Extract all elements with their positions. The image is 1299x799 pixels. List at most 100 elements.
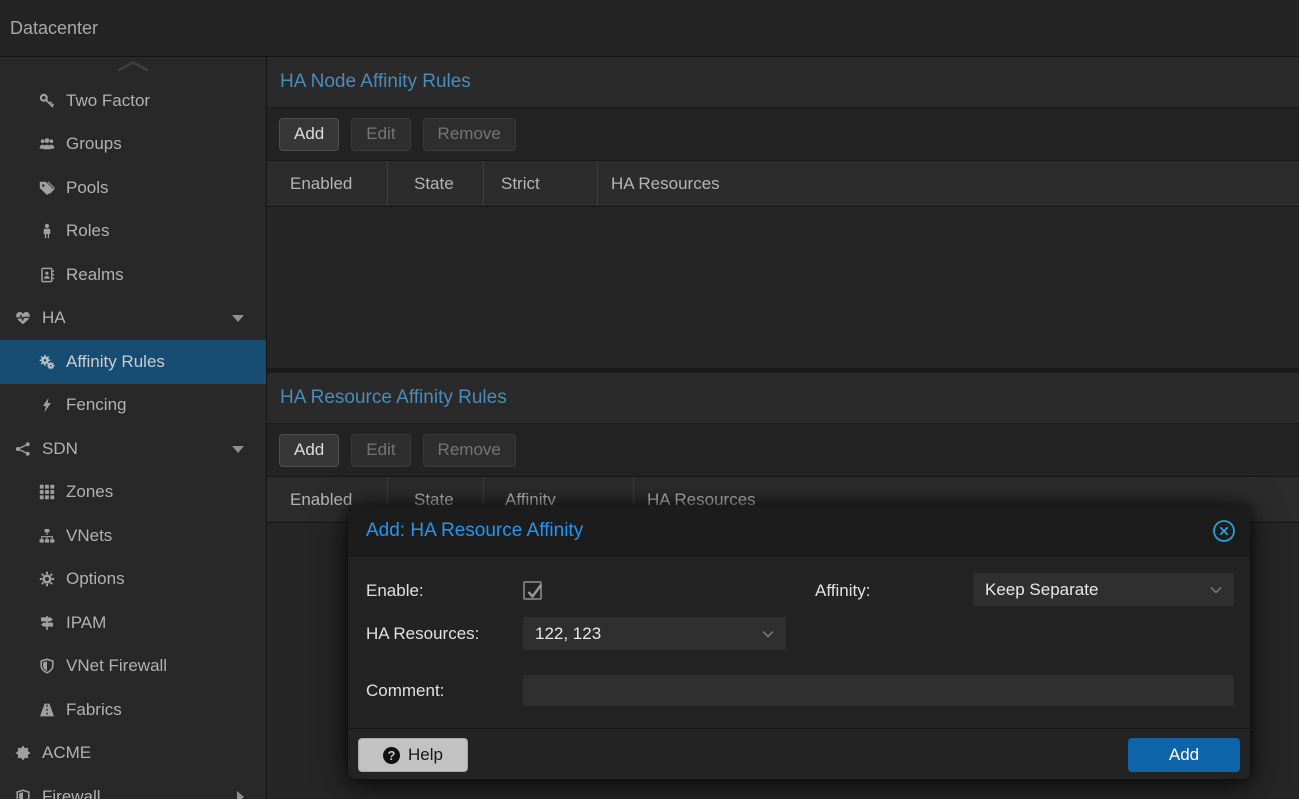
sidebar-item-vnets[interactable]: VNets: [0, 514, 266, 558]
sidebar-item-label: Two Factor: [66, 91, 150, 111]
sidebar-item-ha[interactable]: HA: [0, 297, 266, 341]
panel-title: HA Resource Affinity Rules: [280, 387, 507, 409]
remove-button[interactable]: Remove: [423, 434, 516, 467]
add-ha-resource-affinity-dialog: Add: HA Resource Affinity Enable: Affini…: [348, 505, 1250, 779]
column-header-ha-resources[interactable]: HA Resources: [598, 161, 1299, 206]
check-icon: [526, 583, 543, 600]
affinity-value: Keep Separate: [985, 580, 1098, 600]
sidebar: Two Factor Groups Pools Roles Realms HA Affini…: [0, 57, 267, 799]
edit-button[interactable]: Edit: [351, 434, 410, 467]
sidebar-item-zones[interactable]: Zones: [0, 471, 266, 515]
remove-button[interactable]: Remove: [423, 118, 516, 151]
affinity-label: Affinity:: [815, 581, 870, 601]
sidebar-item-label: Fencing: [66, 395, 126, 415]
enable-checkbox[interactable]: [523, 581, 542, 600]
sidebar-item-pools[interactable]: Pools: [0, 166, 266, 210]
sidebar-item-label: Firewall: [42, 787, 101, 799]
panel-header: HA Node Affinity Rules: [267, 57, 1299, 108]
sidebar-item-label: Groups: [66, 134, 122, 154]
network-icon: [13, 441, 33, 457]
map-signs-icon: [37, 615, 57, 631]
grid-icon: [37, 484, 57, 500]
sidebar-item-sdn[interactable]: SDN: [0, 427, 266, 471]
caret-right-icon[interactable]: [237, 791, 244, 799]
ha-resources-label: HA Resources:: [366, 624, 479, 644]
sidebar-item-label: Pools: [66, 178, 109, 198]
question-circle-icon: ?: [383, 747, 400, 764]
sidebar-item-fabrics[interactable]: Fabrics: [0, 688, 266, 732]
sitemap-icon: [37, 528, 57, 544]
sidebar-item-label: HA: [42, 308, 66, 328]
road-icon: [37, 702, 57, 718]
ha-resources-select[interactable]: 122, 123: [523, 617, 786, 650]
sidebar-item-fencing[interactable]: Fencing: [0, 384, 266, 428]
column-header-strict[interactable]: Strict: [484, 161, 598, 206]
ha-resources-value: 122, 123: [535, 624, 601, 644]
sidebar-item-label: Realms: [66, 265, 124, 285]
certificate-icon: [13, 745, 33, 761]
dialog-title: Add: HA Resource Affinity: [366, 520, 1212, 542]
toolbar: Add Edit Remove: [267, 424, 1299, 477]
sidebar-item-label: Options: [66, 569, 125, 589]
gears-icon: [37, 354, 57, 370]
sidebar-items: Two Factor Groups Pools Roles Realms HA Affini…: [0, 79, 266, 799]
tags-icon: [37, 180, 57, 196]
top-bar: Datacenter: [0, 0, 1299, 57]
add-button[interactable]: Add: [279, 118, 339, 151]
users-icon: [37, 136, 57, 152]
sidebar-item-options[interactable]: Options: [0, 558, 266, 602]
panel-title: HA Node Affinity Rules: [280, 71, 471, 93]
sidebar-scroll-up[interactable]: [0, 57, 266, 79]
sidebar-item-label: Fabrics: [66, 700, 122, 720]
dialog-titlebar: Add: HA Resource Affinity: [348, 505, 1250, 557]
panel-ha-node-affinity: HA Node Affinity Rules Add Edit Remove E…: [267, 57, 1299, 368]
sidebar-item-roles[interactable]: Roles: [0, 210, 266, 254]
chevron-down-icon: [762, 630, 774, 638]
address-book-icon: [37, 267, 57, 283]
chevron-up-icon: [116, 59, 150, 77]
enable-label: Enable:: [366, 581, 424, 601]
shield-icon: [13, 789, 33, 799]
sidebar-item-label: VNets: [66, 526, 112, 546]
heartbeat-icon: [13, 310, 33, 326]
sidebar-item-acme[interactable]: ACME: [0, 732, 266, 776]
column-header-state[interactable]: State: [388, 161, 484, 206]
chevron-down-icon: [1210, 586, 1222, 594]
panel-ha-resource-affinity: HA Resource Affinity Rules Add Edit Remo…: [267, 373, 1299, 523]
submit-add-button[interactable]: Add: [1128, 738, 1240, 772]
sidebar-item-ipam[interactable]: IPAM: [0, 601, 266, 645]
sidebar-item-label: IPAM: [66, 613, 106, 633]
caret-down-icon[interactable]: [232, 315, 244, 322]
sidebar-item-label: ACME: [42, 743, 91, 763]
sidebar-item-affinity-rules[interactable]: Affinity Rules: [0, 340, 266, 384]
panel-header: HA Resource Affinity Rules: [267, 373, 1299, 424]
caret-down-icon[interactable]: [232, 446, 244, 453]
sidebar-item-label: Roles: [66, 221, 109, 241]
column-header-enabled[interactable]: Enabled: [267, 161, 388, 206]
table-header: Enabled State Strict HA Resources: [267, 161, 1299, 207]
toolbar: Add Edit Remove: [267, 108, 1299, 161]
help-button[interactable]: ? Help: [358, 738, 468, 772]
sidebar-item-realms[interactable]: Realms: [0, 253, 266, 297]
shield-icon: [37, 658, 57, 674]
close-icon[interactable]: [1212, 519, 1236, 543]
table-body-empty: [267, 207, 1299, 368]
sidebar-item-groups[interactable]: Groups: [0, 123, 266, 167]
sidebar-item-two-factor[interactable]: Two Factor: [0, 79, 266, 123]
sidebar-item-label: Zones: [66, 482, 113, 502]
add-button[interactable]: Add: [279, 434, 339, 467]
sidebar-item-label: Affinity Rules: [66, 352, 165, 372]
bolt-icon: [37, 397, 57, 413]
sidebar-item-vnet-firewall[interactable]: VNet Firewall: [0, 645, 266, 689]
person-icon: [37, 223, 57, 239]
sidebar-item-firewall[interactable]: Firewall: [0, 775, 266, 799]
page-title: Datacenter: [10, 18, 98, 39]
gear-icon: [37, 571, 57, 587]
edit-button[interactable]: Edit: [351, 118, 410, 151]
sidebar-item-label: SDN: [42, 439, 78, 459]
comment-input[interactable]: [523, 675, 1234, 706]
comment-label: Comment:: [366, 681, 444, 701]
help-button-label: Help: [408, 745, 443, 765]
key-icon: [37, 93, 57, 109]
affinity-select[interactable]: Keep Separate: [973, 573, 1234, 606]
